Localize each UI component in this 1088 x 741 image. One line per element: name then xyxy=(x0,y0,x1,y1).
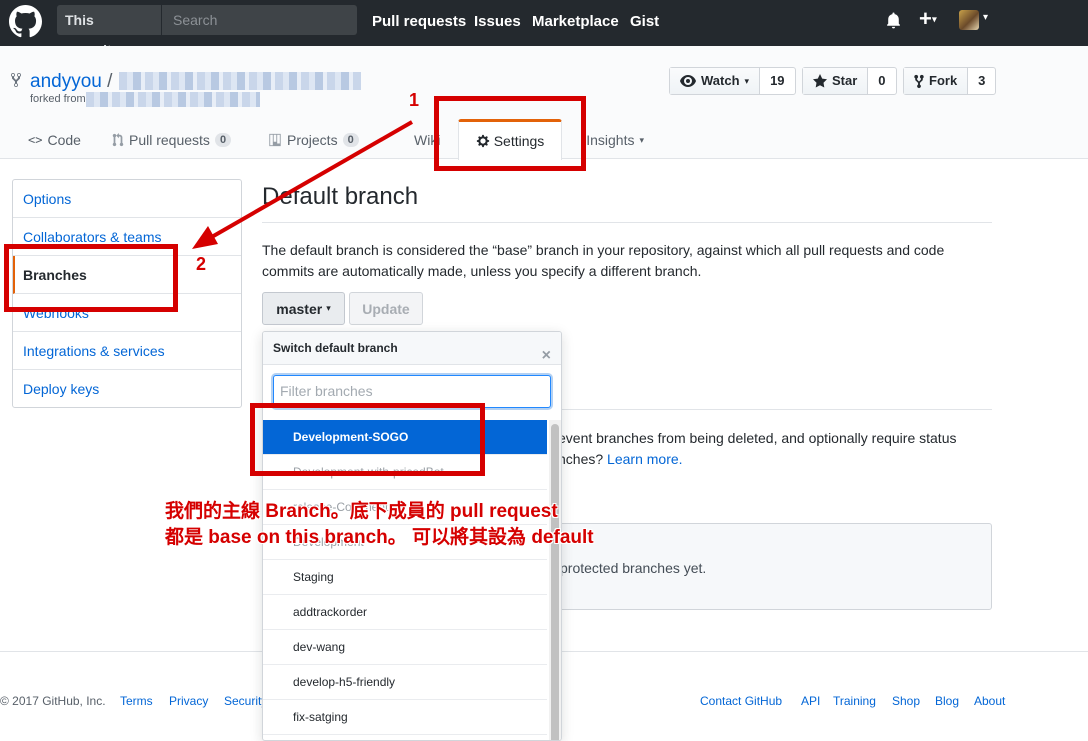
annotation-step-2: 2 xyxy=(196,254,207,274)
protected-branches-description: event branches from being deleted, and o… xyxy=(558,428,998,470)
fork-button-group: Fork 3 xyxy=(903,67,997,95)
protected-branches-box: protected branches yet. xyxy=(552,523,992,610)
nav-pull-requests[interactable]: Pull requests xyxy=(372,13,466,30)
forked-from-label: forked from xyxy=(30,93,86,105)
caret-down-icon[interactable]: ▾ xyxy=(983,12,988,23)
pull-requests-counter: 0 xyxy=(214,133,232,147)
branch-item[interactable]: dev-wang xyxy=(263,630,547,665)
repo-separator: / xyxy=(107,71,113,92)
create-new-button[interactable]: +▾ xyxy=(919,6,937,32)
search-scope-label: This repository xyxy=(57,5,162,58)
bell-icon[interactable] xyxy=(885,12,902,30)
annotation-step-1: 1 xyxy=(409,90,420,110)
forked-from-link-redacted[interactable] xyxy=(86,92,260,107)
search-box[interactable]: This repository Search xyxy=(57,5,357,58)
caret-down-icon: ▾ xyxy=(326,303,331,313)
repo-forked-icon xyxy=(11,72,21,88)
no-protected-branches-text: protected branches yet. xyxy=(560,560,707,576)
branch-select-button[interactable]: master ▾ xyxy=(262,292,345,325)
close-icon[interactable]: × xyxy=(542,339,551,372)
footer-api-link[interactable]: API xyxy=(801,694,820,708)
nav-issues[interactable]: Issues xyxy=(474,13,521,30)
code-icon: <> xyxy=(28,133,43,147)
annotation-note-line1: 我們的主線 Branch。底下成員的 pull request xyxy=(165,501,558,522)
tab-pull-requests[interactable]: Pull requests 0 xyxy=(112,132,232,148)
nav-gist[interactable]: Gist xyxy=(630,13,659,30)
footer-privacy-link[interactable]: Privacy xyxy=(169,694,208,708)
caret-down-icon: ▾ xyxy=(639,134,644,145)
tab-code[interactable]: <> Code xyxy=(28,132,81,148)
eye-icon xyxy=(680,75,696,87)
star-button[interactable]: Star xyxy=(803,68,869,94)
tab-code-label: Code xyxy=(47,132,81,148)
star-button-group: Star 0 xyxy=(802,67,897,95)
default-branch-description: The default branch is considered the “ba… xyxy=(262,242,945,279)
search-input[interactable]: Search xyxy=(173,5,217,35)
global-header: This repository Search Pull requests Iss… xyxy=(0,0,1088,58)
footer-terms-link[interactable]: Terms xyxy=(120,694,153,708)
annotation-box-settings xyxy=(434,96,586,171)
star-icon xyxy=(813,74,827,88)
branch-item[interactable]: Staging xyxy=(263,560,547,595)
nav-marketplace[interactable]: Marketplace xyxy=(532,13,619,30)
watch-count[interactable]: 19 xyxy=(760,68,794,94)
fork-label: Fork xyxy=(929,73,958,88)
fork-count[interactable]: 3 xyxy=(968,68,995,94)
sidebar-item-integrations[interactable]: Integrations & services xyxy=(13,332,241,370)
learn-more-link[interactable]: Learn more. xyxy=(607,451,682,467)
repo-owner-link[interactable]: andyyou xyxy=(30,71,102,92)
update-button[interactable]: Update xyxy=(349,292,423,325)
tab-projects[interactable]: Projects 0 xyxy=(268,132,359,148)
repo-name-redacted[interactable] xyxy=(119,72,361,90)
footer-contact-link[interactable]: Contact GitHub xyxy=(700,694,782,708)
caret-down-icon: ▾ xyxy=(744,76,750,86)
sidebar-item-options[interactable]: Options xyxy=(13,180,241,218)
footer-blog-link[interactable]: Blog xyxy=(935,694,959,708)
sidebar-item-deploy-keys[interactable]: Deploy keys xyxy=(13,370,241,408)
github-logo-icon[interactable] xyxy=(9,5,42,38)
plus-icon: + xyxy=(919,6,932,31)
watch-button[interactable]: Watch ▾ xyxy=(670,68,761,94)
footer-copyright: © 2017 GitHub, Inc. xyxy=(0,694,106,708)
project-icon xyxy=(269,133,281,147)
heading-divider xyxy=(262,222,992,223)
git-pull-request-icon xyxy=(112,133,124,147)
tab-insights-label: Insights xyxy=(586,132,635,148)
tab-pull-requests-label: Pull requests xyxy=(129,132,210,148)
tab-projects-label: Projects xyxy=(287,132,338,148)
dropdown-title: Switch default branch xyxy=(273,341,398,355)
footer-security-link[interactable]: Security xyxy=(224,694,264,708)
dropdown-header: Switch default branch × xyxy=(263,332,561,365)
footer-about-link[interactable]: About xyxy=(974,694,1005,708)
page-title: Default branch xyxy=(262,183,419,210)
avatar[interactable] xyxy=(959,10,979,30)
annotation-note-line2: 都是 base on this branch。 可以將其設為 default xyxy=(165,527,594,548)
star-label: Star xyxy=(832,73,858,88)
fork-icon xyxy=(914,74,924,88)
branch-select-label: master xyxy=(276,300,323,317)
protected-text-line2: nches? xyxy=(558,451,604,467)
caret-down-icon: ▾ xyxy=(931,14,937,26)
branch-item[interactable]: fix-satging xyxy=(263,700,547,735)
watch-label: Watch xyxy=(701,73,740,88)
annotation-box-branches xyxy=(4,244,178,312)
protected-text-line1: event branches from being deleted, and o… xyxy=(558,430,957,446)
projects-counter: 0 xyxy=(342,133,359,147)
footer-training-link[interactable]: Training xyxy=(833,694,876,708)
annotation-box-development-sogo xyxy=(250,403,485,476)
fork-button[interactable]: Fork xyxy=(904,68,969,94)
watch-button-group: Watch ▾ 19 xyxy=(669,67,796,95)
branch-item[interactable]: addtrackorder xyxy=(263,595,547,630)
footer-shop-link[interactable]: Shop xyxy=(892,694,920,708)
star-count[interactable]: 0 xyxy=(868,68,895,94)
scrollbar-thumb[interactable] xyxy=(551,424,559,740)
branch-item[interactable]: develop-h5-friendly xyxy=(263,665,547,700)
